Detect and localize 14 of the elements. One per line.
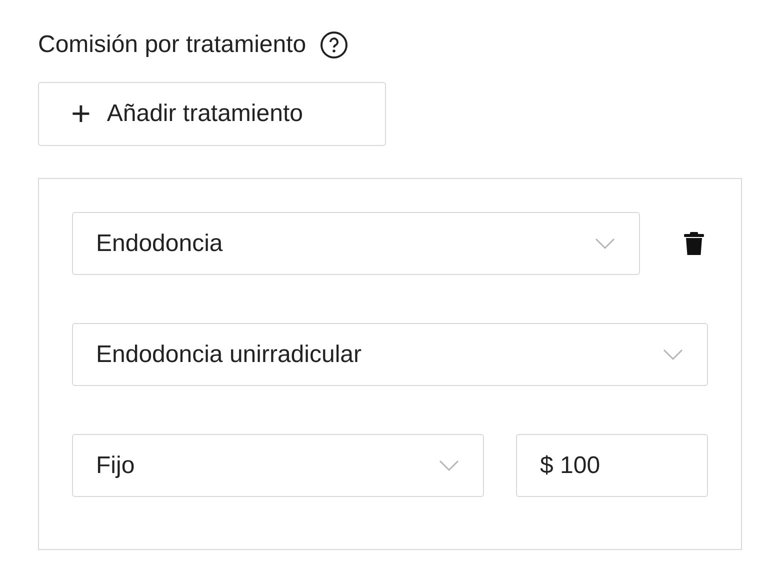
trash-icon[interactable] <box>683 232 705 256</box>
chevron-down-icon <box>595 238 615 250</box>
section-title: Comisión por tratamiento <box>38 30 306 60</box>
select-value: Endodoncia unirradicular <box>96 340 362 370</box>
select-value: Fijo <box>96 450 135 480</box>
help-icon[interactable] <box>320 31 348 59</box>
select-value: Endodoncia <box>96 228 223 258</box>
add-treatment-button[interactable]: + Añadir tratamiento <box>38 82 386 146</box>
select-field[interactable]: Endodoncia <box>72 212 640 275</box>
amount-field[interactable]: $ 100 <box>516 434 708 497</box>
select-field[interactable]: Fijo <box>72 434 484 497</box>
select-field[interactable]: Endodoncia unirradicular <box>72 323 708 386</box>
chevron-down-icon <box>663 348 683 360</box>
chevron-down-icon <box>439 460 459 472</box>
